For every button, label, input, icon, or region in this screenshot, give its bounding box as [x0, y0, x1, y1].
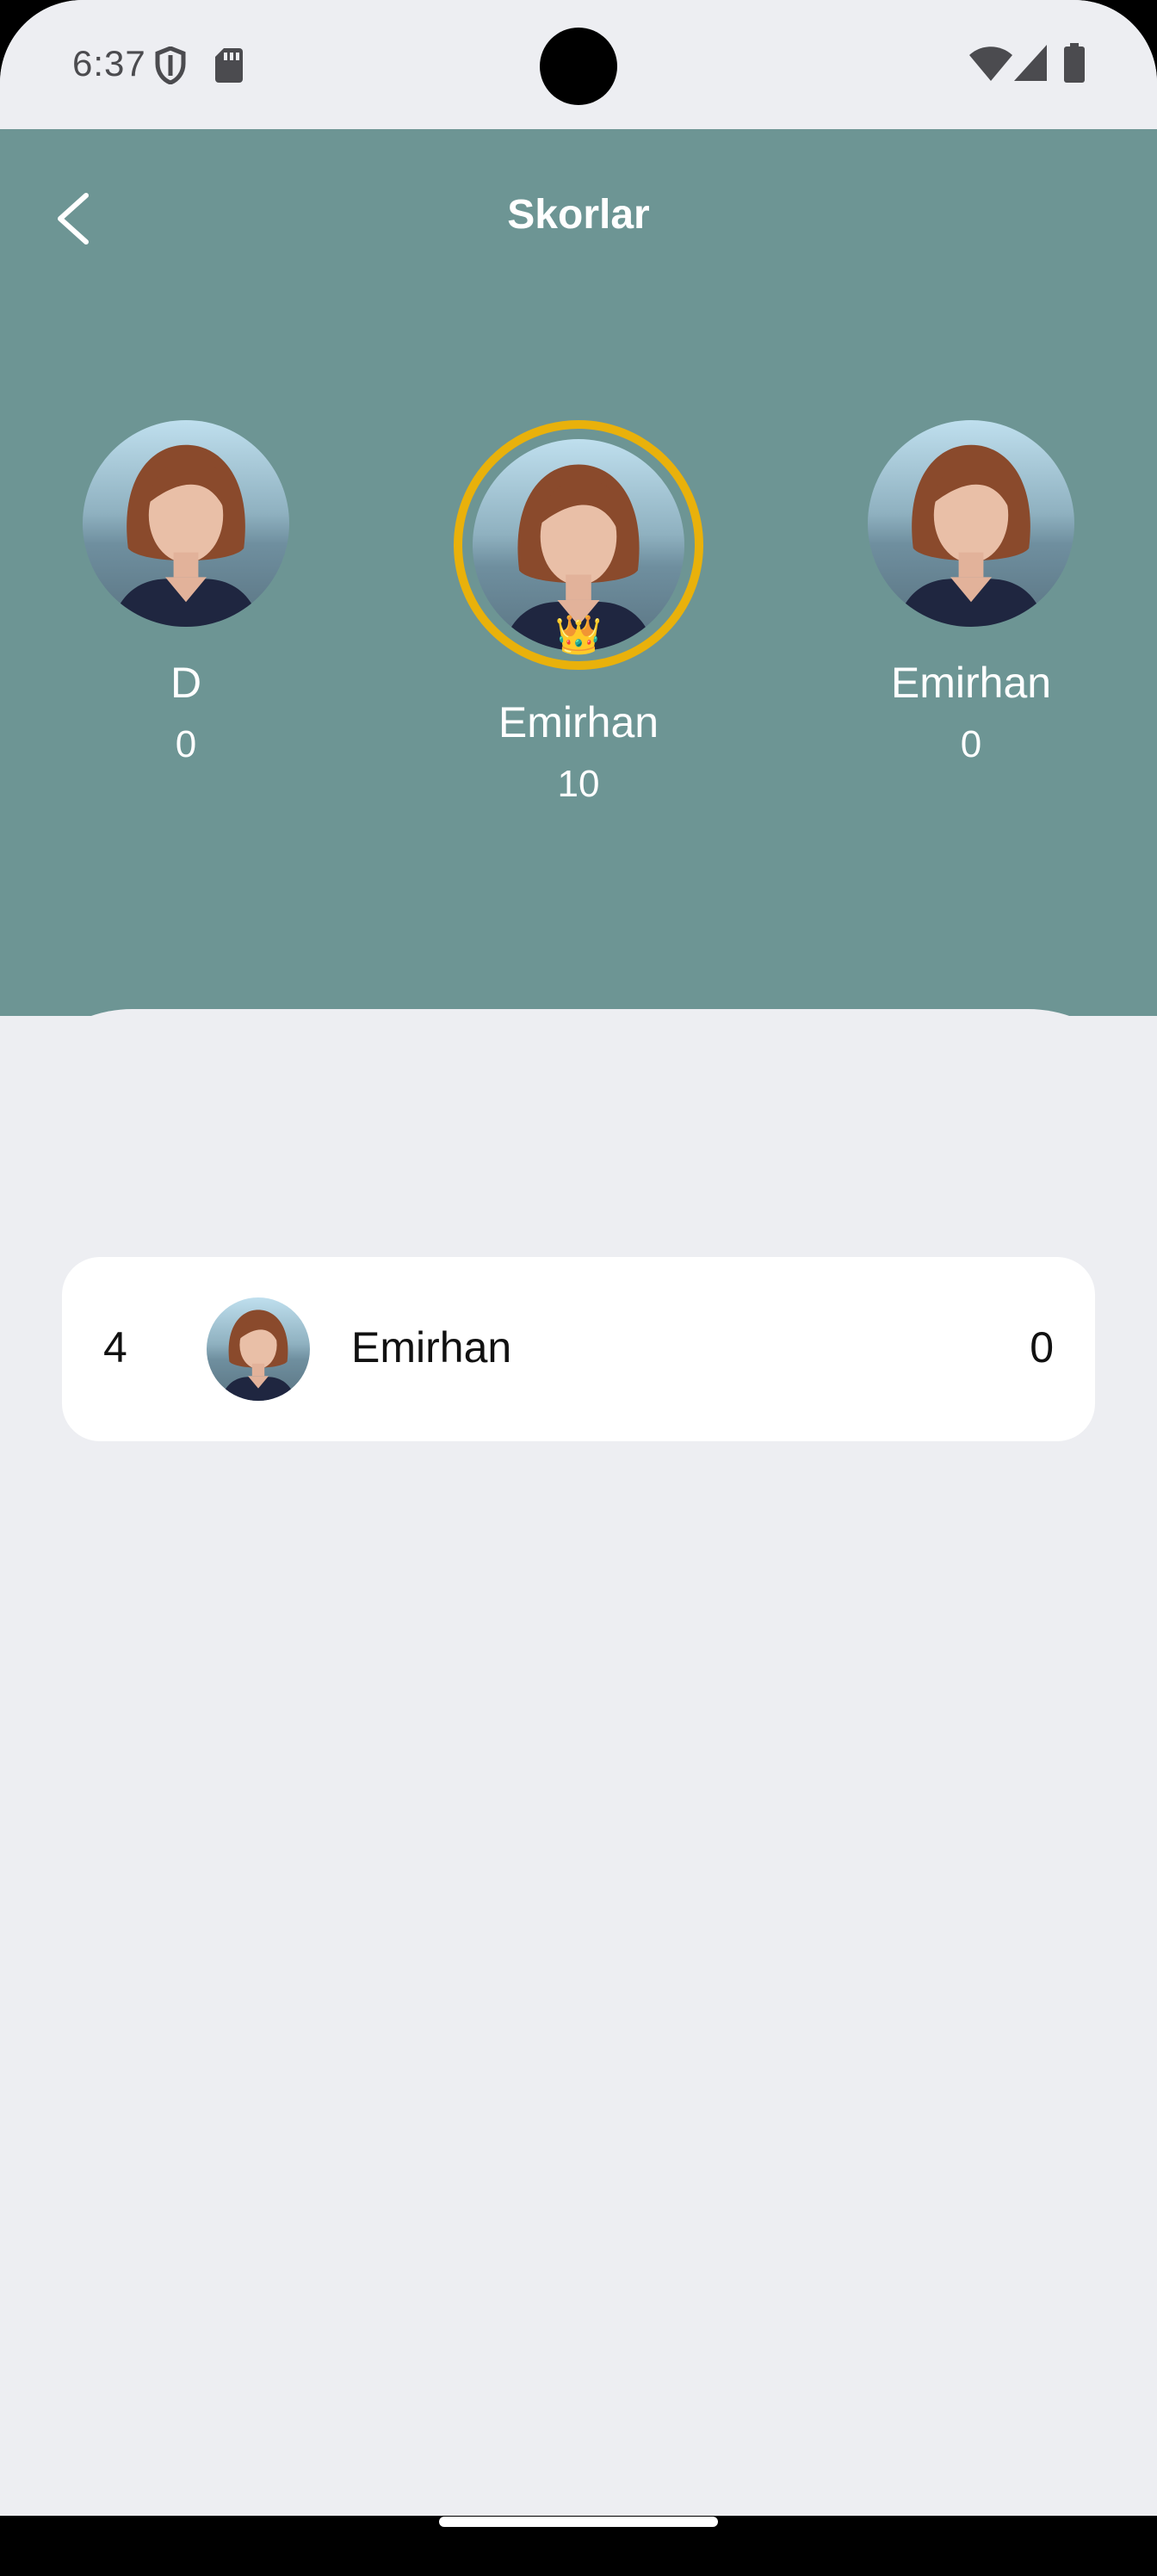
battery-icon	[1064, 43, 1085, 87]
status-bar: 6:37	[0, 0, 1157, 129]
crown-icon: 👑	[554, 614, 603, 656]
home-indicator[interactable]	[439, 2517, 718, 2527]
list-item[interactable]: 4 Emirhan 0	[62, 1257, 1095, 1441]
player-name: Emirhan	[351, 1323, 512, 1372]
camera-cutout	[540, 28, 617, 105]
avatar	[207, 1297, 310, 1401]
status-time: 6:37	[72, 43, 146, 84]
podium-third[interactable]: Emirhan 0	[868, 420, 1074, 766]
header: Skorlar D 0 👑 Emirhan 10 Emirhan 0	[0, 129, 1157, 1016]
wifi-icon	[969, 46, 1012, 85]
rank-label: 4	[103, 1323, 127, 1372]
podium-name: D	[170, 659, 202, 707]
winner-ring: 👑	[454, 420, 703, 670]
shield-icon	[155, 46, 186, 89]
podium-score: 10	[557, 763, 600, 805]
podium-score: 0	[960, 723, 982, 765]
podium-first[interactable]: 👑 Emirhan 10	[454, 420, 703, 806]
avatar	[83, 420, 289, 627]
screen: 6:37 Skorlar D 0 👑 Emirhan 10 Emirhan 0 …	[0, 0, 1157, 2516]
podium-name: Emirhan	[498, 698, 659, 746]
podium-score: 0	[175, 723, 197, 765]
signal-icon	[1014, 45, 1047, 85]
podium-name: Emirhan	[890, 659, 1052, 707]
sd-card-icon	[215, 48, 243, 87]
avatar	[868, 420, 1074, 627]
page-title: Skorlar	[507, 192, 650, 238]
score-list: 4 Emirhan 0	[62, 1257, 1095, 1441]
player-score: 0	[1030, 1323, 1054, 1372]
podium-second[interactable]: D 0	[83, 420, 289, 766]
